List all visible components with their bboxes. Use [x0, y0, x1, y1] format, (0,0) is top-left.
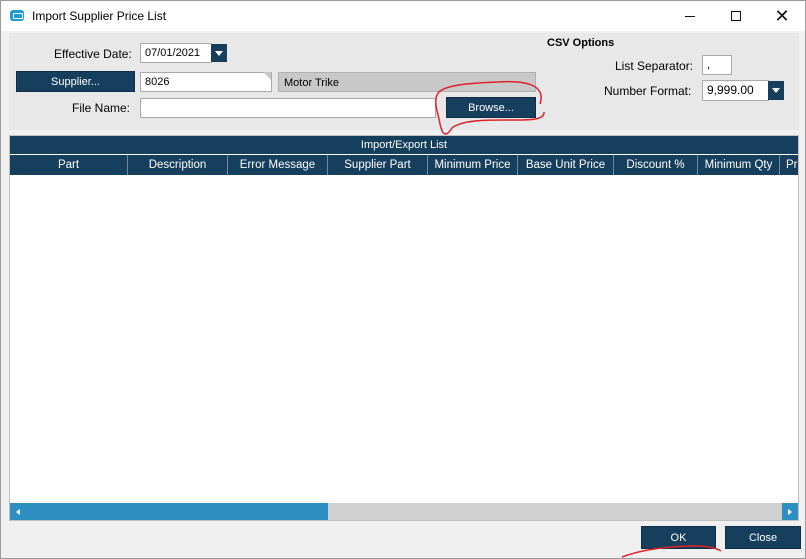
browse-button[interactable]: Browse... — [446, 97, 536, 118]
file-name-input[interactable] — [140, 98, 436, 118]
column-header-error-message[interactable]: Error Message — [228, 155, 328, 175]
minimize-button[interactable] — [667, 1, 713, 31]
list-separator-label: List Separator: — [615, 59, 694, 73]
close-window-button[interactable]: ✕ — [759, 1, 805, 31]
close-icon: ✕ — [774, 6, 790, 26]
close-button[interactable]: Close — [725, 526, 801, 549]
ok-button[interactable]: OK — [641, 526, 716, 549]
supplier-name-display: Motor Trike — [278, 72, 536, 92]
effective-date-input[interactable]: 07/01/2021 — [140, 43, 212, 63]
app-window-icon — [10, 10, 24, 21]
title-bar: Import Supplier Price List ✕ — [1, 1, 805, 31]
effective-date-label: Effective Date: — [54, 47, 132, 61]
import-export-grid: Import/Export List Part Description Erro… — [9, 135, 799, 521]
supplier-code-corner-marker — [263, 72, 271, 80]
scroll-left-icon[interactable] — [10, 503, 26, 520]
column-header-minimum-price[interactable]: Minimum Price — [428, 155, 518, 175]
grid-header-row: Part Description Error Message Supplier … — [10, 155, 798, 175]
horizontal-scrollbar[interactable] — [10, 503, 798, 520]
column-header-supplier-part[interactable]: Supplier Part — [328, 155, 428, 175]
column-header-description[interactable]: Description — [128, 155, 228, 175]
column-header-minimum-qty[interactable]: Minimum Qty — [698, 155, 780, 175]
number-format-select[interactable]: 9,999.00 — [702, 80, 769, 101]
dialog-button-bar: OK Close — [1, 522, 805, 558]
window-title: Import Supplier Price List — [32, 9, 167, 23]
grid-caption: Import/Export List — [10, 136, 798, 154]
column-header-base-unit-price[interactable]: Base Unit Price — [518, 155, 614, 175]
scroll-right-icon[interactable] — [782, 503, 798, 520]
csv-options-title: CSV Options — [547, 37, 615, 49]
supplier-button[interactable]: Supplier... — [16, 71, 135, 92]
column-header-price[interactable]: Pri — [780, 155, 798, 175]
column-header-discount[interactable]: Discount % — [614, 155, 698, 175]
effective-date-dropdown-button[interactable] — [211, 44, 227, 62]
number-format-dropdown-button[interactable] — [768, 81, 784, 100]
maximize-button[interactable] — [713, 1, 759, 31]
minimize-icon — [685, 15, 695, 17]
supplier-code-input[interactable]: 8026 — [140, 72, 272, 92]
number-format-label: Number Format: — [604, 84, 692, 98]
scrollbar-thumb[interactable] — [26, 503, 328, 520]
file-name-label: File Name: — [72, 101, 131, 115]
column-header-part[interactable]: Part — [10, 155, 128, 175]
import-supplier-price-list-window: Import Supplier Price List ✕ Effective D… — [0, 0, 806, 559]
maximize-icon — [731, 11, 741, 21]
list-separator-input[interactable]: , — [702, 55, 732, 75]
